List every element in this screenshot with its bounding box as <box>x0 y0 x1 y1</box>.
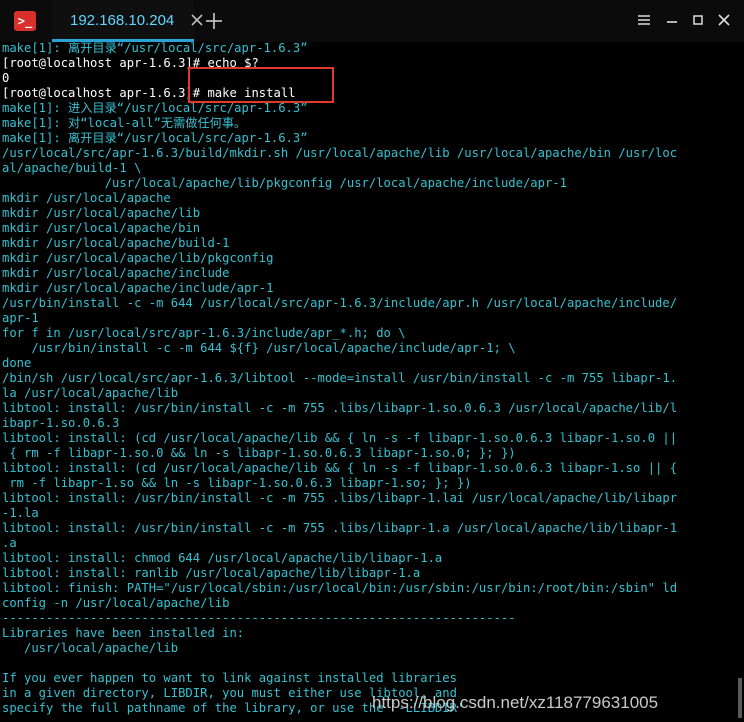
terminal-line: mkdir /usr/local/apache/bin <box>2 221 201 235</box>
terminal-line: make[1]: 对“local-all”无需做任何事。 <box>2 116 247 130</box>
terminal-line: apr-1 <box>2 311 39 325</box>
tab-title: 192.168.10.204 <box>70 12 175 29</box>
terminal-line: make[1]: 离开目录“/usr/local/src/apr-1.6.3” <box>2 41 308 55</box>
menu-icon[interactable] <box>636 12 652 28</box>
terminal-line: ibapr-1.so.0.6.3 <box>2 416 120 430</box>
terminal-line: libtool: install: /usr/bin/install -c -m… <box>2 521 678 535</box>
terminal-line: al/apache/build-1 \ <box>2 161 142 175</box>
terminal-line: [root@localhost apr-1.6.3]# make install <box>2 86 296 100</box>
terminal-line: libtool: install: /usr/bin/install -c -m… <box>2 491 678 505</box>
terminal-line: libtool: install: (cd /usr/local/apache/… <box>2 431 678 445</box>
terminal-line: /bin/sh /usr/local/src/apr-1.6.3/libtool… <box>2 371 678 385</box>
terminal-line: mkdir /usr/local/apache/include/apr-1 <box>2 281 274 295</box>
terminal-line: mkdir /usr/local/apache/lib/pkgconfig <box>2 251 274 265</box>
terminal-line: Libraries have been installed in: <box>2 626 245 640</box>
terminal-line: libtool: install: /usr/bin/install -c -m… <box>2 401 678 415</box>
terminal-line: libtool: install: (cd /usr/local/apache/… <box>2 461 678 475</box>
watermark-text: https://blog.csdn.net/xz118779631005 <box>372 693 659 712</box>
terminal-line: -1.la <box>2 506 39 520</box>
terminal-line: libtool: finish: PATH="/usr/local/sbin:/… <box>2 581 678 595</box>
terminal-line: [root@localhost apr-1.6.3]# echo $? <box>2 56 259 70</box>
terminal-line: config -n /usr/local/apache/lib <box>2 596 230 610</box>
terminal-line: la /usr/local/apache/lib <box>2 386 179 400</box>
terminal-line: mkdir /usr/local/apache/build-1 <box>2 236 230 250</box>
terminal-line: /usr/local/apache/lib/pkgconfig /usr/loc… <box>2 176 567 190</box>
terminal-line: done <box>2 356 32 370</box>
terminal-line: mkdir /usr/local/apache/lib <box>2 206 201 220</box>
terminal-app-icon: >_ <box>14 11 36 31</box>
minimize-icon[interactable] <box>664 12 680 28</box>
terminal-line: .a <box>2 536 17 550</box>
terminal-line: ----------------------------------------… <box>2 611 516 625</box>
terminal-line: /usr/local/apache/lib <box>2 641 179 655</box>
terminal-line: libtool: install: ranlib /usr/local/apac… <box>2 566 421 580</box>
terminal-line: If you ever happen to want to link again… <box>2 671 457 685</box>
terminal-line: /usr/bin/install -c -m 644 /usr/local/sr… <box>2 296 678 310</box>
close-window-icon[interactable] <box>716 12 732 28</box>
tab-session[interactable]: 192.168.10.204 <box>52 0 203 42</box>
terminal-line: libtool: install: chmod 644 /usr/local/a… <box>2 551 443 565</box>
title-bar: >_ 192.168.10.204 <box>0 0 744 42</box>
terminal-line: /usr/bin/install -c -m 644 ${f} /usr/loc… <box>2 341 516 355</box>
terminal-line: mkdir /usr/local/apache/include <box>2 266 230 280</box>
terminal-line: { rm -f libapr-1.so.0 && ln -s libapr-1.… <box>2 446 516 460</box>
scrollbar-thumb[interactable] <box>738 678 742 718</box>
terminal-line: rm -f libapr-1.so && ln -s libapr-1.so.0… <box>2 476 472 490</box>
terminal-output[interactable]: make[1]: 离开目录“/usr/local/src/apr-1.6.3”[… <box>2 41 742 722</box>
maximize-icon[interactable] <box>690 12 706 28</box>
terminal-line: for f in /usr/local/src/apr-1.6.3/includ… <box>2 326 406 340</box>
terminal-line: /usr/local/src/apr-1.6.3/build/mkdir.sh … <box>2 146 678 160</box>
terminal-line: make[1]: 进入目录“/usr/local/src/apr-1.6.3” <box>2 101 308 115</box>
new-tab-icon[interactable] <box>204 11 224 31</box>
terminal-line: mkdir /usr/local/apache <box>2 191 171 205</box>
terminal-line: make[1]: 离开目录“/usr/local/src/apr-1.6.3” <box>2 131 308 145</box>
annotation-highlight-box <box>188 67 334 103</box>
terminal-line: 0 <box>2 71 10 85</box>
